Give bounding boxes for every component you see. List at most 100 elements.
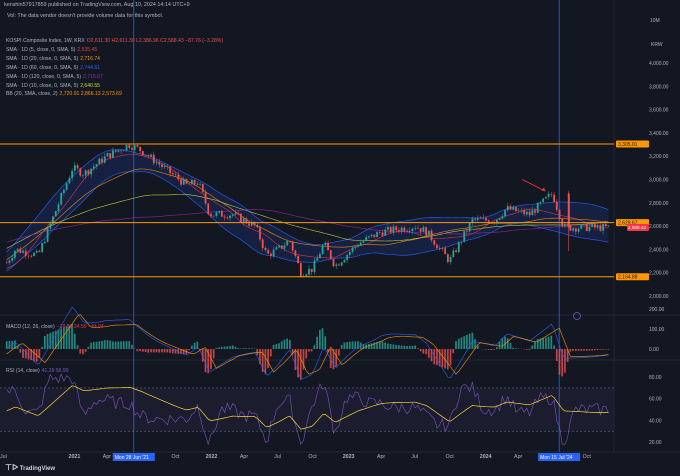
- macd-histogram-bar: [471, 332, 474, 349]
- candle-body: [212, 215, 215, 217]
- rsi-tick: 60.00: [649, 397, 662, 403]
- candle-body: [324, 242, 327, 246]
- candle-body: [141, 151, 144, 156]
- macd-histogram-bar: [348, 341, 351, 349]
- macd-histogram-bar: [79, 349, 82, 354]
- candle-body: [550, 194, 553, 195]
- candle-body: [378, 232, 381, 233]
- candle-body: [76, 165, 79, 169]
- macd-histogram-bar: [525, 349, 528, 350]
- candle-body: [403, 227, 406, 232]
- macd-histogram-bar: [449, 349, 452, 366]
- candle-body: [338, 264, 340, 266]
- candle-body: [275, 247, 278, 250]
- candle-body: [547, 194, 550, 197]
- annotation-arrow: [521, 179, 546, 192]
- macd-histogram-bar: [602, 349, 604, 350]
- macd-histogram-bar: [403, 345, 406, 349]
- candle-body: [460, 241, 463, 243]
- candle-body: [19, 248, 22, 253]
- candle-body: [354, 246, 357, 248]
- candle-body: [299, 263, 302, 277]
- candle-body: [569, 225, 572, 231]
- macd-histogram-bar: [422, 349, 425, 354]
- candle-body: [387, 226, 389, 230]
- candle-body: [269, 253, 272, 257]
- candle-body: [92, 166, 95, 169]
- candle-body: [512, 206, 515, 210]
- candle-body: [346, 254, 349, 261]
- macd-histogram-bar: [43, 336, 46, 349]
- candle-body: [580, 224, 583, 229]
- macd-histogram-bar: [555, 349, 558, 361]
- candle-body: [163, 166, 166, 168]
- chart-canvas[interactable]: 10M KRW 4,000.00 3,800.00 3,600.00 3,400.00 3,…: [0, 0, 680, 476]
- candle-body: [400, 227, 403, 232]
- candle-body: [177, 174, 180, 180]
- macd-histogram-bar: [419, 349, 422, 352]
- candle-body: [280, 245, 283, 249]
- candle-body: [256, 225, 259, 228]
- macd-histogram-bar: [487, 349, 490, 350]
- candle-body: [122, 150, 125, 152]
- candle-body: [389, 226, 392, 233]
- candle-body: [321, 245, 324, 255]
- candle-body: [174, 174, 177, 175]
- macd-histogram-bar: [389, 344, 392, 349]
- candle-body: [103, 156, 106, 163]
- macd-histogram-bar: [144, 349, 147, 353]
- candle-body: [283, 245, 286, 249]
- time-tick: 2022: [206, 454, 218, 460]
- candle-body: [596, 225, 599, 228]
- macd-histogram-bar: [294, 349, 297, 371]
- candle-body: [65, 183, 68, 190]
- candle-body: [482, 217, 485, 219]
- macd-histogram-bar: [109, 340, 112, 349]
- candle-body: [564, 224, 566, 227]
- candle-body: [515, 206, 517, 212]
- macd-histogram-bar: [395, 345, 397, 349]
- candle-body: [201, 183, 204, 193]
- macd-histogram-bar: [101, 340, 103, 349]
- tradingview-logo[interactable]: ⊤ᐅ TradingView: [5, 463, 55, 472]
- candle-body: [594, 224, 596, 228]
- level-label: 3,305.01: [618, 142, 638, 148]
- candle-body: [98, 158, 101, 165]
- candle-body: [231, 214, 234, 216]
- macd-histogram-bar: [136, 349, 139, 352]
- price-tick: 2,600.00: [649, 224, 669, 230]
- candle-body: [419, 228, 422, 232]
- price-tick: 3,800.00: [649, 84, 669, 90]
- candle-body: [555, 202, 558, 210]
- candle-body: [87, 170, 90, 175]
- candle-body: [599, 225, 602, 231]
- candle-body: [417, 228, 419, 229]
- macd-histogram-bar: [321, 328, 324, 349]
- macd-histogram-bar: [240, 348, 242, 349]
- candle-body: [368, 236, 370, 238]
- candle-body: [574, 228, 577, 232]
- candle-body: [501, 216, 504, 219]
- candle-body: [392, 226, 395, 233]
- event-marker: [573, 312, 581, 320]
- candle-body: [318, 254, 321, 258]
- macd-histogram-bar: [498, 341, 501, 349]
- bollinger-band-fill: [6, 149, 609, 271]
- macd-histogram-bar: [280, 341, 283, 349]
- candle-body: [577, 228, 580, 232]
- candle-body: [553, 194, 555, 203]
- macd-histogram-bar: [466, 334, 468, 349]
- candle-body: [267, 249, 270, 254]
- macd-histogram-bar: [550, 335, 553, 349]
- macd-histogram-bar: [509, 342, 512, 349]
- macd-histogram-bar: [193, 342, 196, 349]
- macd-histogram-bar: [599, 349, 602, 350]
- candle-body: [397, 230, 400, 232]
- macd-histogram-bar: [368, 343, 370, 349]
- candle-body: [509, 206, 512, 210]
- candle-body: [539, 202, 542, 203]
- candle-body: [49, 223, 52, 229]
- axis-unit: KRW: [651, 42, 663, 48]
- macd-histogram-bar: [588, 349, 591, 351]
- candle-body: [220, 211, 223, 217]
